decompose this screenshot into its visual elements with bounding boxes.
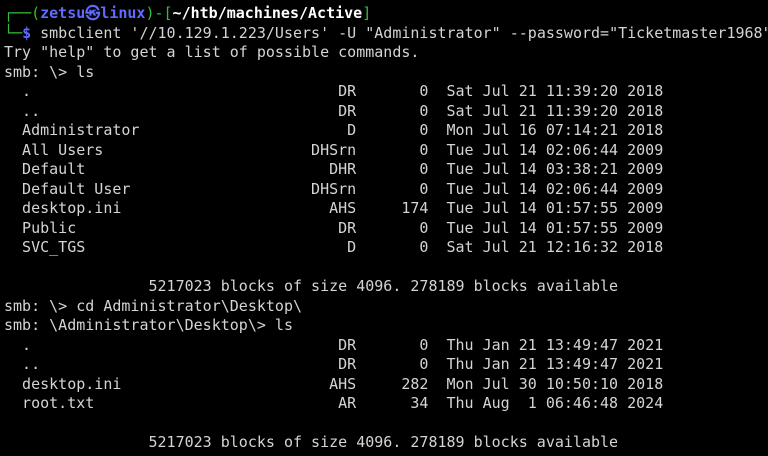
prompt-frame-bottom: └─ [4, 23, 23, 42]
file-attributes: D [347, 238, 357, 256]
file-row: Default DHR 0 Tue Jul 14 03:38:21 2009 [4, 160, 768, 180]
file-name: Default User [22, 179, 131, 198]
file-name: .. [22, 101, 41, 120]
file-attributes: DR [338, 335, 357, 354]
file-size: 34 [410, 394, 429, 412]
file-row: . DR 0 Sat Jul 21 11:39:20 2018 [4, 82, 768, 102]
file-size: 0 [419, 238, 429, 256]
file-size: 282 [401, 374, 429, 393]
file-name: . [22, 82, 32, 100]
file-size: 0 [419, 179, 429, 198]
file-attributes: D [347, 121, 357, 139]
file-date: Sat Jul 21 11:39:20 2018 [446, 101, 664, 120]
blocks-summary-2: 5217023 blocks of size 4096. 278189 bloc… [4, 433, 768, 453]
prompt-frame-top: ┌──( [4, 4, 41, 22]
file-attributes: DR [338, 218, 357, 237]
file-row: SVC_TGS D 0 Sat Jul 21 12:16:32 2018 [4, 238, 768, 258]
prompt-host: linux [100, 4, 146, 22]
prompt-line: ┌──(zetsu㉿linux)-[~/htb/machines/Active] [4, 4, 768, 24]
prompt-at-icon: ㉿ [85, 4, 101, 22]
file-name: desktop.ini [22, 374, 122, 393]
file-name: . [22, 335, 32, 354]
file-date: Tue Jul 14 02:06:44 2009 [446, 179, 664, 198]
file-row: root.txt AR 34 Thu Aug 1 06:46:48 2024 [4, 394, 768, 414]
file-date: Mon Jul 16 07:14:21 2018 [446, 121, 664, 139]
file-date: Sat Jul 21 12:16:32 2018 [446, 238, 664, 256]
blocks-summary-text: 5217023 blocks of size 4096. 278189 bloc… [148, 433, 619, 451]
file-name: root.txt [22, 394, 95, 412]
file-row: Default User DHSrn 0 Tue Jul 14 02:06:44 20… [4, 180, 768, 200]
file-row: All Users DHSrn 0 Tue Jul 14 02:06:44 2009 [4, 141, 768, 161]
file-size: 0 [419, 355, 429, 373]
file-attributes: DR [338, 101, 357, 120]
smb-ls-command-1: smb: \> ls [4, 62, 95, 81]
file-size: 0 [419, 160, 429, 178]
prompt-user: zetsu [40, 4, 86, 22]
smb-ls-command-2: smb: \Administrator\Desktop\> ls [4, 316, 293, 334]
help-text: Try "help" to get a list of possible com… [4, 43, 420, 61]
blocks-summary-1: 5217023 blocks of size 4096. 278189 bloc… [4, 277, 768, 297]
file-size: 0 [419, 140, 429, 159]
command-line: └─$ smbclient '//10.129.1.223/Users' -U … [4, 24, 768, 44]
file-size: 0 [419, 121, 429, 139]
file-date: Mon Jul 30 10:50:10 2018 [446, 374, 664, 393]
file-row: Administrator D 0 Mon Jul 16 07:14:21 2018 [4, 121, 768, 141]
file-name: .. [22, 355, 41, 373]
file-row: .. DR 0 Sat Jul 21 11:39:20 2018 [4, 102, 768, 122]
file-name: All Users [22, 140, 104, 159]
file-name: Default [22, 160, 86, 178]
file-size: 0 [419, 82, 429, 100]
file-date: Thu Jan 21 13:49:47 2021 [446, 335, 664, 354]
file-date: Tue Jul 14 01:57:55 2009 [446, 218, 664, 237]
file-row: . DR 0 Thu Jan 21 13:49:47 2021 [4, 336, 768, 356]
file-size: 174 [401, 199, 429, 217]
file-attributes: AHS [329, 374, 357, 393]
prompt-frame-mid: )-[ [145, 4, 173, 22]
file-date: Thu Aug 1 06:46:48 2024 [446, 394, 664, 412]
file-name: desktop.ini [22, 199, 122, 217]
prompt-frame-end: ] [362, 4, 372, 22]
file-name: SVC_TGS [22, 238, 86, 256]
file-size: 0 [419, 335, 429, 354]
file-row: desktop.ini AHS 174 Tue Jul 14 01:57:55 200… [4, 199, 768, 219]
file-row: .. DR 0 Thu Jan 21 13:49:47 2021 [4, 355, 768, 375]
file-attributes: AR [338, 394, 357, 412]
file-date: Tue Jul 14 03:38:21 2009 [446, 160, 664, 178]
file-name: Administrator [22, 121, 140, 139]
file-row: desktop.ini AHS 282 Mon Jul 30 10:50:10 201… [4, 375, 768, 395]
prompt-path: ~/htb/machines/Active [172, 4, 363, 22]
terminal-window[interactable]: ┌──(zetsu㉿linux)-[~/htb/machines/Active]… [0, 0, 768, 453]
file-attributes: DHSrn [311, 140, 357, 159]
file-attributes: AHS [329, 199, 357, 217]
file-attributes: DHSrn [311, 179, 357, 198]
file-listing-users: . DR 0 Sat Jul 21 11:39:20 2018.. DR 0 Sat Jul… [4, 82, 768, 258]
file-size: 0 [419, 101, 429, 120]
file-date: Tue Jul 14 02:06:44 2009 [446, 140, 664, 159]
file-name: Public [22, 218, 77, 237]
file-listing-desktop: . DR 0 Thu Jan 21 13:49:47 2021.. DR 0 Thu Jan… [4, 336, 768, 414]
command-text: smbclient '//10.129.1.223/Users' -U "Adm… [40, 23, 768, 42]
file-attributes: DR [338, 355, 357, 373]
smb-cd-command: smb: \> cd Administrator\Desktop\ [4, 296, 303, 315]
file-size: 0 [419, 218, 429, 237]
prompt-symbol: $ [22, 23, 32, 42]
blocks-summary-text: 5217023 blocks of size 4096. 278189 bloc… [148, 277, 619, 295]
file-attributes: DHR [329, 160, 357, 178]
file-date: Thu Jan 21 13:49:47 2021 [446, 355, 664, 373]
file-row: Public DR 0 Tue Jul 14 01:57:55 2009 [4, 219, 768, 239]
file-date: Sat Jul 21 11:39:20 2018 [446, 82, 664, 100]
file-date: Tue Jul 14 01:57:55 2009 [446, 199, 664, 217]
file-attributes: DR [338, 82, 357, 100]
